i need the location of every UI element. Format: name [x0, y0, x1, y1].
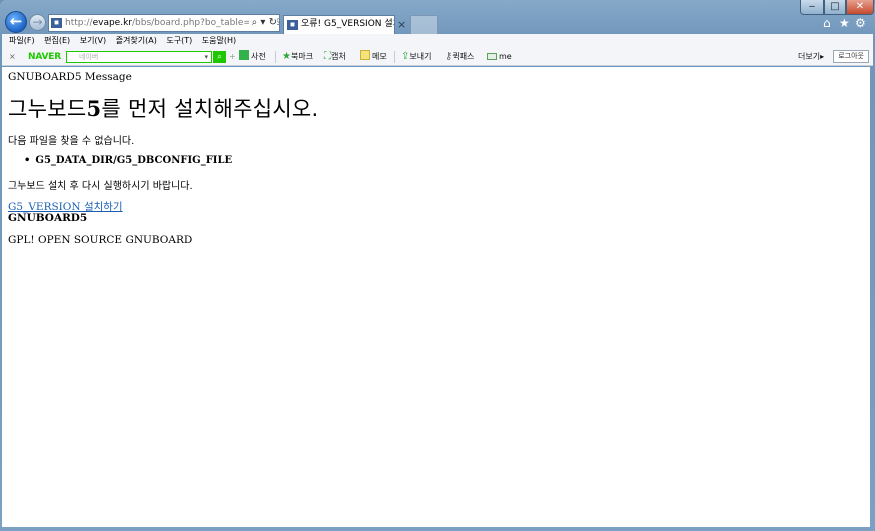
page-content: GNUBOARD5 Message 그누보드5를 먼저 설치해주십시오. 다음 … — [2, 67, 870, 527]
address-host: evape.kr — [92, 18, 132, 28]
retry-instruction: 그누보드 설치 후 다시 실행하시기 바랍니다. — [8, 181, 193, 192]
menu-view[interactable]: 보기(V) — [80, 36, 106, 45]
arrow-left-icon: ← — [9, 12, 23, 30]
naver-search-button[interactable]: ⌕ — [213, 51, 226, 63]
new-tab-button[interactable] — [410, 15, 438, 34]
home-icon[interactable]: ⌂ — [823, 16, 831, 30]
close-window-button[interactable]: ✕ — [846, 0, 874, 15]
me-icon — [487, 53, 497, 60]
browser-navbar: ← → ◼ http://evape.kr/bbs/board.php?bo_t… — [0, 0, 875, 34]
headline-suffix: 를 먼저 설치해주십시오. — [101, 97, 319, 121]
more-button[interactable]: 더보기▸ — [798, 48, 824, 66]
headline-num: 5 — [86, 96, 102, 121]
me-button[interactable]: me — [487, 48, 512, 66]
bookmark-button[interactable]: ★북마크 — [282, 48, 313, 66]
send-label: 보내기 — [409, 52, 432, 61]
menu-favorites[interactable]: 즐겨찾기(A) — [116, 36, 157, 45]
search-icon: ⌕ — [217, 52, 222, 61]
brand-name: GNUBOARD5 — [8, 212, 88, 224]
logout-button[interactable]: 로그아웃 — [833, 50, 869, 63]
toolbar-divider — [275, 51, 276, 63]
send-button[interactable]: ⇪보내기 — [401, 48, 431, 66]
memo-icon — [360, 50, 370, 60]
arrow-right-icon: → — [32, 15, 43, 29]
capture-label: 캡처 — [331, 52, 346, 61]
forward-button[interactable]: → — [29, 14, 46, 31]
tab-close-icon[interactable]: × — [397, 18, 406, 31]
menu-tools[interactable]: 도구(T) — [166, 36, 192, 45]
address-bar[interactable]: ◼ http://evape.kr/bbs/board.php?bo_table… — [48, 14, 280, 32]
more-label: 더보기 — [798, 52, 821, 61]
naver-logo[interactable]: NAVER — [28, 48, 61, 66]
list-item: G5_DATA_DIR/G5_DBCONFIG_FILE — [24, 155, 232, 166]
favorites-star-icon[interactable]: ★ — [839, 16, 850, 30]
minimize-button[interactable]: ‒ — [800, 0, 824, 15]
settings-gear-icon[interactable]: ⚙ — [855, 16, 866, 30]
capture-button[interactable]: ⛶캡처 — [324, 48, 346, 66]
site-favicon-icon: ◼ — [51, 18, 62, 28]
chevron-down-icon[interactable]: ▾ — [204, 52, 208, 62]
bookmark-star-icon: ★ — [282, 51, 291, 62]
missing-files-intro: 다음 파일을 찾을 수 없습니다. — [8, 136, 135, 147]
headline-prefix: 그누보드 — [8, 97, 87, 121]
tab-active[interactable]: ◼ 오류! G5_VERSION 설치하기 — [283, 15, 395, 34]
minimize-icon: ‒ — [808, 1, 816, 12]
page-title: 그누보드5를 먼저 설치해주십시오. — [8, 93, 319, 123]
naver-search-input[interactable]: 네이버 ▾ — [66, 51, 212, 63]
memo-label: 메모 — [372, 52, 387, 61]
dictionary-icon — [239, 50, 249, 60]
naver-toolbar: × NAVER 네이버 ▾ ⌕ + 사전 ★북마크 ⛶캡처 메모 ⇪보내기 ⚷퀵… — [2, 48, 873, 66]
browser-window: ← → ◼ http://evape.kr/bbs/board.php?bo_t… — [0, 0, 875, 531]
add-icon[interactable]: + — [229, 48, 236, 66]
tab-title: 오류! G5_VERSION 설치하기 — [301, 19, 394, 29]
search-placeholder: 네이버 — [79, 53, 99, 61]
tab-favicon-icon: ◼ — [287, 20, 298, 30]
memo-button[interactable]: 메모 — [360, 48, 387, 66]
maximize-button[interactable]: □ — [824, 0, 846, 15]
capture-icon: ⛶ — [324, 51, 331, 62]
address-scheme: http:// — [65, 18, 93, 28]
address-search-refresh-icons[interactable]: ⌕ ▾ ↻ — [248, 15, 277, 31]
dictionary-button[interactable]: 사전 — [239, 48, 266, 66]
menu-help[interactable]: 도움말(H) — [202, 36, 236, 45]
message-title: GNUBOARD5 Message — [8, 71, 132, 83]
maximize-icon: □ — [830, 1, 840, 12]
menu-edit[interactable]: 편집(E) — [44, 36, 70, 45]
toolbar-divider — [394, 51, 395, 63]
dictionary-label: 사전 — [251, 52, 266, 61]
quickpass-label: 퀵패스 — [452, 52, 475, 61]
close-icon: ✕ — [855, 1, 865, 12]
menu-file[interactable]: 파일(F) — [9, 36, 35, 45]
back-button[interactable]: ← — [5, 11, 27, 33]
footer-text: GPL! OPEN SOURCE GNUBOARD — [8, 234, 193, 246]
missing-files-list: G5_DATA_DIR/G5_DBCONFIG_FILE — [24, 155, 232, 166]
bookmark-label: 북마크 — [290, 52, 314, 61]
toolbar-close-icon[interactable]: × — [9, 48, 16, 66]
menu-bar: 파일(F) 편집(E) 보기(V) 즐겨찾기(A) 도구(T) 도움말(H) — [2, 34, 873, 48]
me-label: me — [499, 52, 512, 61]
quickpass-button[interactable]: ⚷퀵패스 — [445, 48, 474, 66]
